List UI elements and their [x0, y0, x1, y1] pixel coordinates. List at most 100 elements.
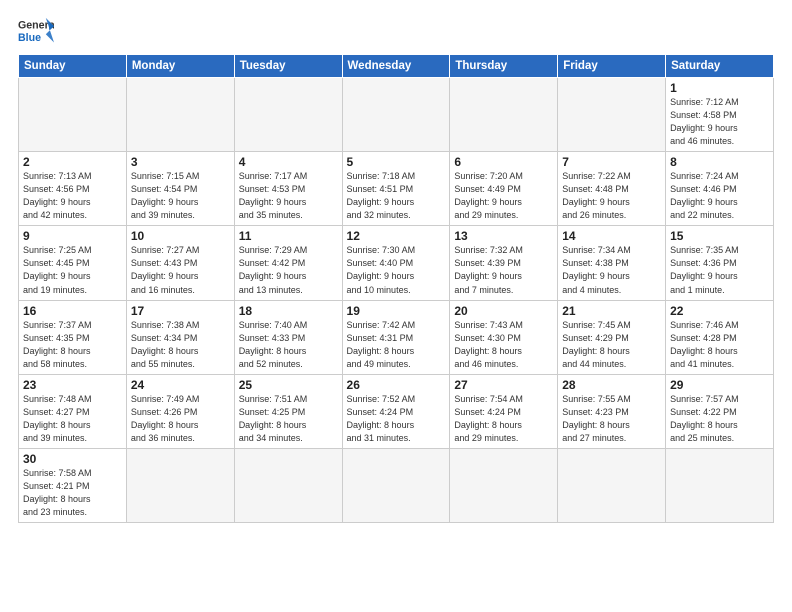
- calendar-cell: [126, 448, 234, 522]
- day-info: Sunrise: 7:49 AM Sunset: 4:26 PM Dayligh…: [131, 393, 230, 445]
- day-info: Sunrise: 7:54 AM Sunset: 4:24 PM Dayligh…: [454, 393, 553, 445]
- calendar-cell: [342, 78, 450, 152]
- calendar-cell: 21Sunrise: 7:45 AM Sunset: 4:29 PM Dayli…: [558, 300, 666, 374]
- day-info: Sunrise: 7:22 AM Sunset: 4:48 PM Dayligh…: [562, 170, 661, 222]
- calendar-cell: 25Sunrise: 7:51 AM Sunset: 4:25 PM Dayli…: [234, 374, 342, 448]
- day-number: 29: [670, 378, 769, 392]
- day-info: Sunrise: 7:42 AM Sunset: 4:31 PM Dayligh…: [347, 319, 446, 371]
- calendar-row-3: 9Sunrise: 7:25 AM Sunset: 4:45 PM Daylig…: [19, 226, 774, 300]
- calendar-cell: 24Sunrise: 7:49 AM Sunset: 4:26 PM Dayli…: [126, 374, 234, 448]
- day-info: Sunrise: 7:40 AM Sunset: 4:33 PM Dayligh…: [239, 319, 338, 371]
- day-info: Sunrise: 7:29 AM Sunset: 4:42 PM Dayligh…: [239, 244, 338, 296]
- weekday-header-wednesday: Wednesday: [342, 55, 450, 78]
- day-info: Sunrise: 7:38 AM Sunset: 4:34 PM Dayligh…: [131, 319, 230, 371]
- calendar-cell: [234, 78, 342, 152]
- calendar-cell: [558, 78, 666, 152]
- calendar-cell: 14Sunrise: 7:34 AM Sunset: 4:38 PM Dayli…: [558, 226, 666, 300]
- calendar-cell: 5Sunrise: 7:18 AM Sunset: 4:51 PM Daylig…: [342, 152, 450, 226]
- calendar-cell: 30Sunrise: 7:58 AM Sunset: 4:21 PM Dayli…: [19, 448, 127, 522]
- day-number: 14: [562, 229, 661, 243]
- calendar-cell: 3Sunrise: 7:15 AM Sunset: 4:54 PM Daylig…: [126, 152, 234, 226]
- day-number: 8: [670, 155, 769, 169]
- calendar-cell: 8Sunrise: 7:24 AM Sunset: 4:46 PM Daylig…: [666, 152, 774, 226]
- day-number: 6: [454, 155, 553, 169]
- calendar-cell: 6Sunrise: 7:20 AM Sunset: 4:49 PM Daylig…: [450, 152, 558, 226]
- calendar-cell: 20Sunrise: 7:43 AM Sunset: 4:30 PM Dayli…: [450, 300, 558, 374]
- day-info: Sunrise: 7:35 AM Sunset: 4:36 PM Dayligh…: [670, 244, 769, 296]
- day-info: Sunrise: 7:37 AM Sunset: 4:35 PM Dayligh…: [23, 319, 122, 371]
- weekday-header-monday: Monday: [126, 55, 234, 78]
- day-number: 24: [131, 378, 230, 392]
- calendar-cell: 10Sunrise: 7:27 AM Sunset: 4:43 PM Dayli…: [126, 226, 234, 300]
- calendar-cell: 7Sunrise: 7:22 AM Sunset: 4:48 PM Daylig…: [558, 152, 666, 226]
- day-number: 13: [454, 229, 553, 243]
- day-number: 11: [239, 229, 338, 243]
- day-number: 22: [670, 304, 769, 318]
- day-number: 12: [347, 229, 446, 243]
- day-number: 1: [670, 81, 769, 95]
- day-info: Sunrise: 7:13 AM Sunset: 4:56 PM Dayligh…: [23, 170, 122, 222]
- header: General Blue: [18, 16, 774, 46]
- calendar-table: SundayMondayTuesdayWednesdayThursdayFrid…: [18, 54, 774, 523]
- weekday-header-sunday: Sunday: [19, 55, 127, 78]
- day-info: Sunrise: 7:32 AM Sunset: 4:39 PM Dayligh…: [454, 244, 553, 296]
- svg-text:Blue: Blue: [18, 32, 41, 44]
- day-info: Sunrise: 7:57 AM Sunset: 4:22 PM Dayligh…: [670, 393, 769, 445]
- day-info: Sunrise: 7:46 AM Sunset: 4:28 PM Dayligh…: [670, 319, 769, 371]
- calendar-cell: 22Sunrise: 7:46 AM Sunset: 4:28 PM Dayli…: [666, 300, 774, 374]
- weekday-header-tuesday: Tuesday: [234, 55, 342, 78]
- calendar-cell: 13Sunrise: 7:32 AM Sunset: 4:39 PM Dayli…: [450, 226, 558, 300]
- weekday-header-row: SundayMondayTuesdayWednesdayThursdayFrid…: [19, 55, 774, 78]
- day-number: 30: [23, 452, 122, 466]
- day-info: Sunrise: 7:34 AM Sunset: 4:38 PM Dayligh…: [562, 244, 661, 296]
- day-number: 27: [454, 378, 553, 392]
- day-info: Sunrise: 7:52 AM Sunset: 4:24 PM Dayligh…: [347, 393, 446, 445]
- day-number: 19: [347, 304, 446, 318]
- day-info: Sunrise: 7:58 AM Sunset: 4:21 PM Dayligh…: [23, 467, 122, 519]
- day-info: Sunrise: 7:30 AM Sunset: 4:40 PM Dayligh…: [347, 244, 446, 296]
- calendar-cell: 17Sunrise: 7:38 AM Sunset: 4:34 PM Dayli…: [126, 300, 234, 374]
- calendar-row-1: 1Sunrise: 7:12 AM Sunset: 4:58 PM Daylig…: [19, 78, 774, 152]
- day-info: Sunrise: 7:24 AM Sunset: 4:46 PM Dayligh…: [670, 170, 769, 222]
- calendar-row-6: 30Sunrise: 7:58 AM Sunset: 4:21 PM Dayli…: [19, 448, 774, 522]
- day-number: 7: [562, 155, 661, 169]
- calendar-cell: 9Sunrise: 7:25 AM Sunset: 4:45 PM Daylig…: [19, 226, 127, 300]
- day-number: 23: [23, 378, 122, 392]
- day-number: 18: [239, 304, 338, 318]
- calendar-cell: 27Sunrise: 7:54 AM Sunset: 4:24 PM Dayli…: [450, 374, 558, 448]
- day-info: Sunrise: 7:27 AM Sunset: 4:43 PM Dayligh…: [131, 244, 230, 296]
- day-info: Sunrise: 7:45 AM Sunset: 4:29 PM Dayligh…: [562, 319, 661, 371]
- weekday-header-thursday: Thursday: [450, 55, 558, 78]
- calendar-cell: [450, 448, 558, 522]
- calendar-cell: [342, 448, 450, 522]
- calendar-cell: 16Sunrise: 7:37 AM Sunset: 4:35 PM Dayli…: [19, 300, 127, 374]
- calendar-row-4: 16Sunrise: 7:37 AM Sunset: 4:35 PM Dayli…: [19, 300, 774, 374]
- day-info: Sunrise: 7:12 AM Sunset: 4:58 PM Dayligh…: [670, 96, 769, 148]
- day-info: Sunrise: 7:51 AM Sunset: 4:25 PM Dayligh…: [239, 393, 338, 445]
- day-number: 3: [131, 155, 230, 169]
- calendar-cell: 4Sunrise: 7:17 AM Sunset: 4:53 PM Daylig…: [234, 152, 342, 226]
- weekday-header-friday: Friday: [558, 55, 666, 78]
- calendar-cell: [558, 448, 666, 522]
- day-number: 10: [131, 229, 230, 243]
- day-number: 17: [131, 304, 230, 318]
- logo: General Blue: [18, 16, 54, 46]
- day-info: Sunrise: 7:15 AM Sunset: 4:54 PM Dayligh…: [131, 170, 230, 222]
- day-number: 15: [670, 229, 769, 243]
- day-number: 26: [347, 378, 446, 392]
- day-number: 4: [239, 155, 338, 169]
- weekday-header-saturday: Saturday: [666, 55, 774, 78]
- calendar-cell: [666, 448, 774, 522]
- calendar-cell: [234, 448, 342, 522]
- calendar-row-2: 2Sunrise: 7:13 AM Sunset: 4:56 PM Daylig…: [19, 152, 774, 226]
- generalblue-logo-icon: General Blue: [18, 16, 54, 46]
- calendar-cell: 19Sunrise: 7:42 AM Sunset: 4:31 PM Dayli…: [342, 300, 450, 374]
- day-number: 2: [23, 155, 122, 169]
- day-number: 9: [23, 229, 122, 243]
- day-info: Sunrise: 7:25 AM Sunset: 4:45 PM Dayligh…: [23, 244, 122, 296]
- calendar-cell: 11Sunrise: 7:29 AM Sunset: 4:42 PM Dayli…: [234, 226, 342, 300]
- calendar-cell: [19, 78, 127, 152]
- calendar-row-5: 23Sunrise: 7:48 AM Sunset: 4:27 PM Dayli…: [19, 374, 774, 448]
- page: General Blue SundayMondayTuesdayWednesda…: [0, 0, 792, 612]
- calendar-cell: [126, 78, 234, 152]
